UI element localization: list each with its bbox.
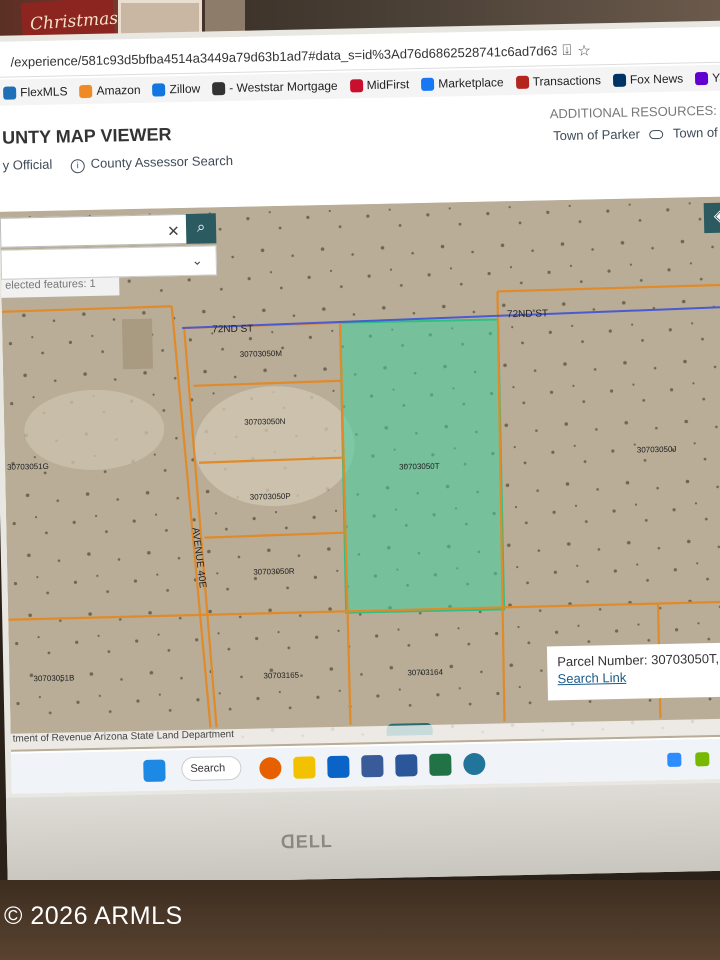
word-icon[interactable] bbox=[395, 754, 418, 777]
screen: /experience/581c93d5bfba4514a3449a79d63b… bbox=[0, 26, 720, 794]
amazon-icon bbox=[79, 84, 93, 98]
parcel-label: 30703050N bbox=[244, 417, 286, 427]
parcel-popup: Parcel Number: 30703050T, A Search Link bbox=[546, 642, 720, 701]
nvidia-tray-icon[interactable] bbox=[695, 752, 710, 767]
search-button[interactable]: ⌕ bbox=[185, 213, 217, 244]
app-header: UNTY MAP VIEWER y Official i County Asses… bbox=[0, 92, 720, 212]
layers-button[interactable]: ◈ bbox=[703, 202, 720, 234]
wordpress-icon[interactable] bbox=[463, 752, 486, 776]
taskbar-search[interactable]: Search bbox=[181, 755, 242, 782]
official-link[interactable]: y Official bbox=[3, 157, 53, 173]
monitor: /experience/581c93d5bfba4514a3449a79d63b… bbox=[0, 20, 720, 886]
info-icon: i bbox=[70, 159, 85, 174]
parcel-label: 30703051B bbox=[33, 673, 74, 683]
url-text[interactable]: /experience/581c93d5bfba4514a3449a79d63b… bbox=[0, 43, 556, 70]
search-icon: ⌕ bbox=[196, 218, 206, 236]
excel-icon[interactable] bbox=[429, 753, 452, 776]
bookmark-item[interactable]: Yahoo Mail bbox=[695, 70, 720, 86]
parcel-label: 30703050P bbox=[250, 492, 291, 502]
close-icon[interactable]: ✕ bbox=[167, 222, 180, 240]
assessor-search-link[interactable]: i County Assessor Search bbox=[70, 152, 234, 174]
page-title: UNTY MAP VIEWER bbox=[1, 124, 172, 148]
firefox-icon[interactable] bbox=[259, 757, 282, 780]
notepad-icon[interactable] bbox=[361, 754, 384, 778]
foxnews-icon bbox=[612, 73, 627, 87]
bookmark-item[interactable]: - Weststar Mortgage bbox=[212, 79, 338, 96]
dell-logo: ᗡELL bbox=[280, 831, 333, 853]
layer-dropdown[interactable]: ⌄ bbox=[0, 245, 218, 280]
midfirst-icon bbox=[349, 78, 363, 92]
bookmark-item[interactable]: Amazon bbox=[79, 82, 141, 98]
bookmark-label: Zillow bbox=[169, 81, 201, 97]
bookmark-label: - Weststar Mortgage bbox=[229, 78, 338, 96]
search-link[interactable]: Search Link bbox=[557, 667, 720, 686]
bookmark-label: Fox News bbox=[629, 71, 684, 87]
assessor-search-label: County Assessor Search bbox=[90, 152, 234, 171]
photo-root: Christmas /experience/581c93d5bfba4514a3… bbox=[0, 0, 720, 960]
town-of-parker-link[interactable]: Town of Parker bbox=[553, 126, 640, 143]
parcel-label: 30703164 bbox=[407, 668, 443, 678]
taskbar-search-label: Search bbox=[190, 762, 226, 775]
parcel-label: 30703050J bbox=[637, 445, 677, 455]
structure bbox=[121, 318, 154, 370]
street-label: 72ND ST bbox=[212, 324, 253, 336]
bookmark-item[interactable]: FlexMLS bbox=[3, 84, 68, 99]
parcel-label: 30703050M bbox=[240, 349, 283, 359]
chevron-down-icon: ⌄ bbox=[191, 252, 203, 268]
windows-start-icon[interactable] bbox=[143, 759, 166, 782]
bookmark-label: MidFirst bbox=[366, 77, 410, 93]
bookmark-item[interactable]: Marketplace bbox=[421, 75, 504, 91]
map-view[interactable]: 72ND ST 72ND ST AVENUE 40E 30703050M 307… bbox=[0, 196, 720, 752]
street-label: 72ND ST bbox=[507, 308, 548, 320]
mail-icon bbox=[695, 71, 709, 85]
bookmark-label: Marketplace bbox=[438, 75, 504, 91]
outlook-icon[interactable] bbox=[327, 755, 350, 779]
bookmark-item[interactable]: Transactions bbox=[515, 73, 602, 89]
parcel-label: 30703165 bbox=[263, 671, 299, 681]
parcel-label: 30703050R bbox=[253, 567, 295, 577]
popup-parcel-number: Parcel Number: 30703050T, bbox=[557, 650, 720, 670]
bookmark-star-icon[interactable]: ☆ bbox=[577, 41, 591, 59]
link-icon bbox=[649, 129, 664, 140]
bookmark-label: Transactions bbox=[532, 73, 602, 89]
install-app-icon[interactable]: ⍗ bbox=[562, 42, 571, 59]
file-explorer-icon[interactable] bbox=[293, 756, 316, 779]
bookmark-label: Yahoo Mail bbox=[712, 70, 720, 85]
bookmark-item[interactable]: MidFirst bbox=[349, 77, 409, 92]
watermark: © 2026 ARMLS bbox=[4, 902, 183, 930]
parcel-label: 30703051G bbox=[7, 462, 49, 472]
bookmark-label: Amazon bbox=[96, 82, 141, 98]
facebook-icon bbox=[421, 77, 435, 91]
search-input[interactable]: ✕ bbox=[0, 213, 197, 248]
zoom-tray-icon[interactable] bbox=[667, 752, 682, 767]
resources-links: Town of Parker Town of Q bbox=[553, 124, 720, 143]
flexmls-icon bbox=[3, 85, 17, 100]
bookmark-item[interactable]: Zillow bbox=[152, 82, 200, 97]
bookmark-item[interactable]: Fox News bbox=[612, 71, 684, 87]
zillow-icon bbox=[152, 82, 166, 97]
resources-title: ADDITIONAL RESOURCES: bbox=[549, 102, 717, 122]
layers-icon: ◈ bbox=[713, 207, 720, 225]
town-of-q-link[interactable]: Town of Q bbox=[673, 124, 720, 140]
monitor-chin bbox=[5, 781, 720, 886]
parcel-label: 30703050T bbox=[399, 462, 440, 472]
transactions-icon bbox=[515, 75, 529, 89]
globe-icon bbox=[212, 81, 226, 95]
bookmark-label: FlexMLS bbox=[20, 84, 68, 100]
selected-features-count: elected features: 1 bbox=[1, 277, 120, 298]
